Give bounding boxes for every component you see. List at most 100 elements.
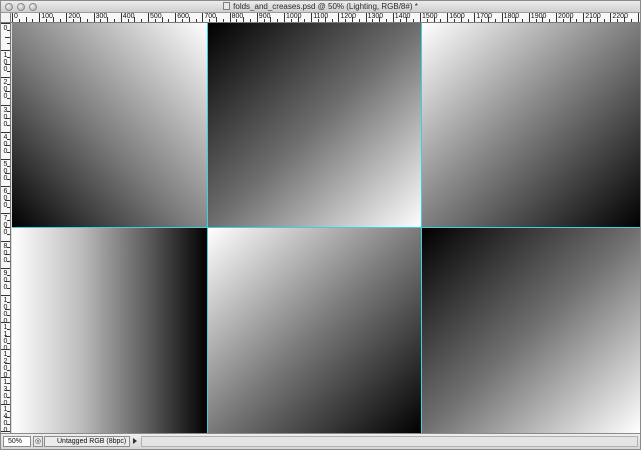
ruler-major-tick xyxy=(12,13,13,22)
ruler-minor-tick xyxy=(372,19,374,22)
psd-document-icon xyxy=(223,2,231,10)
ruler-minor-tick xyxy=(542,17,544,22)
ruler-minor-tick xyxy=(7,193,10,194)
ruler-label: 1200 xyxy=(340,13,356,20)
vertical-guide-2[interactable] xyxy=(421,23,422,433)
ruler-label: 1700 xyxy=(476,13,492,20)
ruler-label: 600 xyxy=(177,13,189,20)
ruler-minor-tick xyxy=(277,19,279,22)
ruler-minor-tick xyxy=(7,220,10,222)
ruler-minor-tick xyxy=(250,19,251,22)
ruler-minor-tick xyxy=(5,281,10,283)
zoom-level-field[interactable]: 50% xyxy=(3,436,31,447)
ruler-minor-tick xyxy=(7,301,10,303)
ruler-minor-tick xyxy=(7,179,10,181)
ruler-minor-tick xyxy=(7,383,10,385)
ruler-minor-tick xyxy=(7,342,10,344)
ruler-minor-tick xyxy=(80,17,81,22)
ruler-minor-tick xyxy=(624,17,625,22)
ruler-minor-tick xyxy=(549,19,551,22)
ruler-minor-tick xyxy=(73,19,75,22)
ruler-minor-tick xyxy=(86,19,88,22)
ruler-label: 500 xyxy=(150,13,162,20)
ruler-minor-tick xyxy=(7,152,10,154)
ruler-minor-tick xyxy=(358,19,360,22)
ruler-major-tick xyxy=(420,13,421,22)
ruler-minor-tick xyxy=(7,261,10,262)
ruler-minor-tick xyxy=(7,424,10,426)
status-bar: 50% ◎ Untagged RGB (8bpc) xyxy=(1,433,640,449)
ruler-minor-tick xyxy=(5,363,10,364)
ruler-minor-tick xyxy=(379,17,381,22)
ruler-minor-tick xyxy=(243,17,245,22)
ruler-label: 2200 xyxy=(612,13,628,20)
ruler-minor-tick xyxy=(454,19,455,22)
ruler-minor-tick xyxy=(168,19,170,22)
ruler-label: 900 xyxy=(258,13,271,20)
ruler-minor-tick xyxy=(114,19,115,22)
horizontal-guide[interactable] xyxy=(12,227,640,228)
ruler-minor-tick xyxy=(630,19,632,22)
horizontal-scrollbar[interactable] xyxy=(141,436,638,447)
ruler-minor-tick xyxy=(5,254,10,256)
ruler-major-tick xyxy=(1,131,10,133)
ruler-label: 1600 xyxy=(449,13,465,20)
ruler-minor-tick xyxy=(352,17,353,22)
ruler-minor-tick xyxy=(481,19,483,22)
ruler-major-tick xyxy=(1,431,10,432)
ruler-minor-tick xyxy=(5,91,10,92)
ruler-minor-tick xyxy=(5,417,10,419)
ruler-minor-tick xyxy=(304,19,306,22)
title-bar[interactable]: folds_and_creases.psd @ 50% (Lighting, R… xyxy=(1,1,640,13)
ruler-major-tick xyxy=(93,13,95,22)
ruler-minor-tick xyxy=(7,315,10,317)
ruler-minor-tick xyxy=(154,19,156,22)
ruler-minor-tick xyxy=(590,19,591,22)
horizontal-ruler[interactable]: 0 100 200 300 400 500 600 700 800 900 1000 1100 1200… xyxy=(11,13,640,23)
ruler-minor-tick xyxy=(7,125,10,126)
ruler-major-tick xyxy=(120,13,122,22)
ruler-major-tick xyxy=(1,77,10,79)
vertical-guide-1[interactable] xyxy=(207,23,208,433)
window-title: folds_and_creases.psd @ 50% (Lighting, R… xyxy=(233,2,418,11)
vertical-ruler[interactable]: 0100200300400500600700800900100011001200… xyxy=(1,23,11,433)
image-canvas[interactable] xyxy=(12,23,640,433)
ruler-minor-tick xyxy=(5,227,10,228)
ruler-minor-tick xyxy=(5,335,10,337)
ruler-minor-tick xyxy=(562,19,564,22)
ruler-minor-tick xyxy=(576,19,578,22)
ruler-minor-tick xyxy=(134,17,136,22)
ruler-major-tick xyxy=(338,13,340,22)
ruler-minor-tick xyxy=(182,19,183,22)
ruler-minor-tick xyxy=(7,233,10,235)
ruler-major-tick xyxy=(1,104,10,106)
ruler-minor-tick xyxy=(535,19,537,22)
document-profile-info: Untagged RGB (8bpc) xyxy=(44,436,130,447)
gradient-tile-top-left xyxy=(12,23,208,228)
ruler-major-tick xyxy=(1,50,10,52)
ruler-label: 1400 xyxy=(394,13,411,20)
ruler-label: 400 xyxy=(122,13,135,20)
ruler-label: 1800 xyxy=(503,13,520,20)
gradient-tile-top-right xyxy=(422,23,640,228)
ruler-major-tick xyxy=(229,13,231,22)
ruler-major-tick xyxy=(1,23,10,24)
ruler-major-tick xyxy=(1,240,10,242)
ruler-minor-tick xyxy=(7,247,10,249)
ruler-label: 1000 xyxy=(286,13,302,20)
ruler-minor-tick xyxy=(7,397,10,398)
ruler-minor-tick xyxy=(7,206,10,208)
ruler-origin-corner[interactable] xyxy=(1,13,11,23)
ruler-minor-tick xyxy=(7,111,10,113)
ruler-minor-tick xyxy=(324,17,326,22)
document-info-icon[interactable]: ◎ xyxy=(33,436,43,447)
ruler-minor-tick xyxy=(7,288,10,290)
ruler-label: 700 xyxy=(204,13,217,20)
ruler-minor-tick xyxy=(188,17,190,22)
ruler-major-tick xyxy=(39,13,41,22)
ruler-major-tick xyxy=(1,159,10,160)
status-menu-arrow-icon[interactable] xyxy=(133,438,137,444)
ruler-label: 1500 xyxy=(422,13,438,20)
ruler-minor-tick xyxy=(107,17,109,22)
ruler-major-tick xyxy=(311,13,313,22)
